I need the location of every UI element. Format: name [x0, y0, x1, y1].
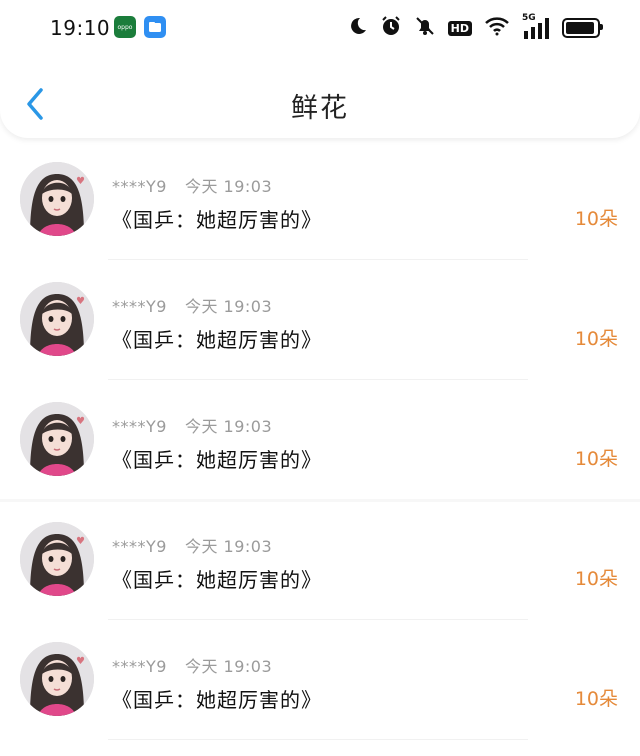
nav-bar: 鲜花 — [0, 68, 640, 138]
user-name: ****Y9 — [112, 417, 167, 436]
battery-icon — [562, 18, 603, 38]
avatar[interactable]: ♥ — [20, 282, 94, 356]
divider — [108, 739, 528, 740]
user-name: ****Y9 — [112, 177, 167, 196]
flower-count: 10朵 — [574, 568, 618, 590]
list-item[interactable]: ♥ ****Y9 今天 19:03 《国乒：她超厉害的》 10朵 — [0, 620, 640, 740]
flower-count: 10朵 — [574, 688, 618, 710]
avatar[interactable]: ♥ — [20, 162, 94, 236]
item-meta: ****Y9 今天 19:03 — [112, 533, 272, 557]
svg-text:♥: ♥ — [76, 296, 85, 307]
message-text: 《国乒：她超厉害的》 — [112, 328, 322, 352]
hd-icon: HD — [447, 20, 472, 36]
user-name: ****Y9 — [112, 297, 167, 316]
status-bar: 19:10 oppo HD 5G — [0, 0, 640, 58]
message-text: 《国乒：她超厉害的》 — [112, 448, 322, 472]
user-name: ****Y9 — [112, 657, 167, 676]
app-header: 19:10 oppo HD 5G 鲜花 — [0, 0, 640, 138]
files-app-icon — [144, 16, 166, 38]
svg-text:♥: ♥ — [76, 656, 85, 667]
flower-count: 10朵 — [574, 328, 618, 350]
oppo-app-label: oppo — [117, 23, 133, 31]
svg-text:♥: ♥ — [76, 536, 85, 547]
page-title: 鲜花 — [291, 93, 349, 124]
oppo-app-icon: oppo — [114, 16, 136, 38]
list-item[interactable]: ♥ ****Y9 今天 19:03 《国乒：她超厉害的》 10朵 — [0, 380, 640, 502]
list-item[interactable]: ♥ ****Y9 今天 19:03 《国乒：她超厉害的》 10朵 — [0, 500, 640, 620]
user-name: ****Y9 — [112, 537, 167, 556]
message-text: 《国乒：她超厉害的》 — [112, 208, 322, 232]
list-item[interactable]: ♥ ****Y9 今天 19:03 《国乒：她超厉害的》 10朵 — [0, 140, 640, 260]
flower-count: 10朵 — [574, 208, 618, 230]
timestamp: 今天 19:03 — [184, 657, 273, 676]
item-meta: ****Y9 今天 19:03 — [112, 653, 272, 677]
status-time: 19:10 — [50, 16, 111, 40]
item-meta: ****Y9 今天 19:03 — [112, 413, 272, 437]
message-text: 《国乒：她超厉害的》 — [112, 688, 322, 712]
timestamp: 今天 19:03 — [184, 297, 273, 316]
status-icons: HD 5G — [346, 13, 603, 42]
wifi-icon — [484, 16, 510, 40]
item-meta: ****Y9 今天 19:03 — [112, 293, 272, 317]
signal-5g-icon: 5G — [522, 13, 550, 39]
svg-text:♥: ♥ — [76, 176, 85, 187]
timestamp: 今天 19:03 — [184, 177, 273, 196]
flower-count: 10朵 — [574, 448, 618, 470]
timestamp: 今天 19:03 — [184, 417, 273, 436]
alarm-icon — [380, 15, 402, 41]
avatar[interactable]: ♥ — [20, 642, 94, 716]
svg-text:♥: ♥ — [76, 416, 85, 427]
timestamp: 今天 19:03 — [184, 537, 273, 556]
list-item[interactable]: ♥ ****Y9 今天 19:03 《国乒：她超厉害的》 10朵 — [0, 260, 640, 380]
flower-list: ♥ ****Y9 今天 19:03 《国乒：她超厉害的》 10朵 ♥ ****Y… — [0, 140, 640, 740]
item-meta: ****Y9 今天 19:03 — [112, 173, 272, 197]
bell-off-icon — [414, 15, 436, 41]
avatar[interactable]: ♥ — [20, 522, 94, 596]
moon-icon — [346, 15, 368, 41]
message-text: 《国乒：她超厉害的》 — [112, 568, 322, 592]
avatar[interactable]: ♥ — [20, 402, 94, 476]
